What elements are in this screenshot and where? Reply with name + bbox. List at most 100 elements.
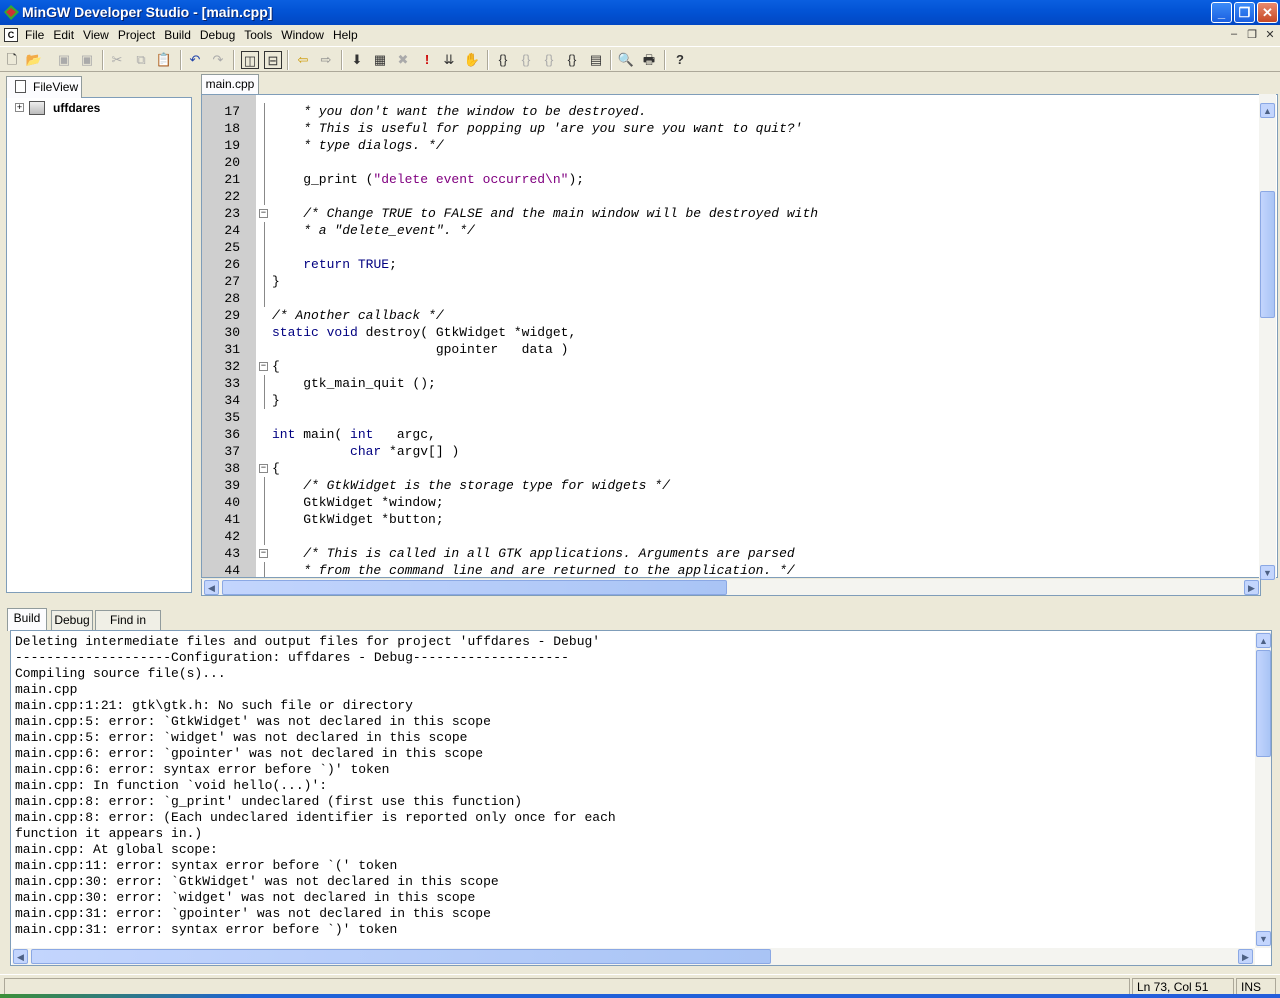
output-vscroll-thumb[interactable] bbox=[1256, 650, 1271, 757]
code-line[interactable]: 44 * from the command line and are retur… bbox=[202, 562, 1262, 577]
close-button[interactable]: ✕ bbox=[1257, 2, 1278, 23]
fold-collapse-icon[interactable]: − bbox=[259, 209, 268, 218]
output-hscroll-thumb[interactable] bbox=[31, 949, 771, 964]
output-scroll-down-icon[interactable]: ▼ bbox=[1256, 931, 1271, 946]
help-icon[interactable]: ? bbox=[671, 51, 689, 69]
output-scroll-right-icon[interactable]: ▶ bbox=[1238, 949, 1253, 964]
code-line[interactable]: 42 bbox=[202, 528, 1262, 545]
run-to-cursor-icon[interactable]: {} bbox=[563, 51, 581, 69]
code-line[interactable]: 37 char *argv[] ) bbox=[202, 443, 1262, 460]
scroll-up-icon[interactable]: ▲ bbox=[1260, 103, 1275, 118]
tab-find-in-files[interactable]: Find in Files bbox=[95, 610, 161, 645]
step-over-icon[interactable]: {} bbox=[517, 51, 535, 69]
cut-icon[interactable]: ✂ bbox=[108, 51, 126, 69]
build-output[interactable]: Deleting intermediate files and output f… bbox=[10, 630, 1272, 966]
print-preview-icon[interactable]: 🔍 bbox=[617, 51, 635, 69]
tab-main-cpp[interactable]: main.cpp bbox=[201, 74, 259, 95]
code-line[interactable]: 33 gtk_main_quit (); bbox=[202, 375, 1262, 392]
paste-icon[interactable]: 📋 bbox=[155, 51, 173, 69]
code-line[interactable]: 38 −{ bbox=[202, 460, 1262, 477]
doc-close-icon[interactable]: ✕ bbox=[1262, 28, 1278, 41]
stop-build-icon[interactable]: ✖ bbox=[394, 51, 412, 69]
execute-icon[interactable]: ! bbox=[418, 51, 436, 69]
tab-fileview[interactable]: FileView bbox=[6, 76, 82, 98]
code-line[interactable]: 22 bbox=[202, 188, 1262, 205]
menu-build[interactable]: Build bbox=[159, 28, 195, 42]
code-line[interactable]: 26 return TRUE; bbox=[202, 256, 1262, 273]
code-line[interactable]: 25 bbox=[202, 239, 1262, 256]
code-line[interactable]: 40 GtkWidget *window; bbox=[202, 494, 1262, 511]
editor-horizontal-scrollbar[interactable]: ◀ ▶ bbox=[201, 579, 1261, 596]
minimize-button[interactable]: _ bbox=[1211, 2, 1232, 23]
code-line[interactable]: 19 * type dialogs. */ bbox=[202, 137, 1262, 154]
menu-file[interactable]: File bbox=[20, 28, 48, 42]
code-line[interactable]: 23 − /* Change TRUE to FALSE and the main… bbox=[202, 205, 1262, 222]
build-icon[interactable]: ▦ bbox=[371, 51, 389, 69]
new-file-icon[interactable]: 🗋 bbox=[3, 51, 21, 69]
output-toggle-icon[interactable]: ⊟ bbox=[264, 51, 282, 69]
back-icon[interactable]: ⇦ bbox=[294, 51, 312, 69]
code-line[interactable]: 31 gpointer data ) bbox=[202, 341, 1262, 358]
copy-icon[interactable]: ⧉ bbox=[132, 51, 150, 69]
fold-collapse-icon[interactable]: − bbox=[259, 362, 268, 371]
breakpoints-icon[interactable]: ▤ bbox=[587, 51, 605, 69]
fold-collapse-icon[interactable]: − bbox=[259, 464, 268, 473]
step-out-icon[interactable]: {} bbox=[540, 51, 558, 69]
workspace-toggle-icon[interactable]: ◫ bbox=[241, 51, 259, 69]
go-icon[interactable]: ✋ bbox=[463, 51, 481, 69]
code-line[interactable]: 20 bbox=[202, 154, 1262, 171]
code-line[interactable]: 30 static void destroy( GtkWidget *widget… bbox=[202, 324, 1262, 341]
code-line[interactable]: 34} bbox=[202, 392, 1262, 409]
restore-button[interactable]: ❐ bbox=[1234, 2, 1255, 23]
scroll-right-icon[interactable]: ▶ bbox=[1244, 580, 1259, 595]
code-line[interactable]: 27} bbox=[202, 273, 1262, 290]
menu-debug[interactable]: Debug bbox=[195, 28, 239, 42]
code-line[interactable]: 24 * a "delete_event". */ bbox=[202, 222, 1262, 239]
scroll-left-icon[interactable]: ◀ bbox=[204, 580, 219, 595]
editor-vertical-scrollbar[interactable]: ▲ ▼ bbox=[1259, 94, 1276, 580]
editor-area[interactable]: 17 * you don't want the window to be des… bbox=[201, 94, 1278, 578]
code-line[interactable]: 17 * you don't want the window to be des… bbox=[202, 103, 1262, 120]
output-vertical-scrollbar[interactable]: ▲ ▼ bbox=[1255, 632, 1271, 948]
code-line[interactable]: 18 * This is useful for popping up 'are … bbox=[202, 120, 1262, 137]
undo-icon[interactable]: ↶ bbox=[186, 51, 204, 69]
menu-tools[interactable]: Tools bbox=[239, 28, 276, 42]
open-icon[interactable]: 📂 bbox=[25, 51, 43, 69]
code-line[interactable]: 39 /* GtkWidget is the storage type for … bbox=[202, 477, 1262, 494]
step-into-icon[interactable]: {} bbox=[494, 51, 512, 69]
code-lines[interactable]: 17 * you don't want the window to be des… bbox=[202, 103, 1262, 577]
compile-icon[interactable]: ⬇ bbox=[348, 51, 366, 69]
print-icon[interactable]: 🖶 bbox=[640, 51, 658, 69]
doc-minimize-icon[interactable]: – bbox=[1226, 28, 1242, 40]
output-horizontal-scrollbar[interactable]: ◀ ▶ bbox=[12, 948, 1255, 965]
title-bar[interactable]: MinGW Developer Studio - [main.cpp] _ ❐ … bbox=[0, 0, 1280, 25]
output-scroll-up-icon[interactable]: ▲ bbox=[1256, 633, 1271, 648]
scroll-down-icon[interactable]: ▼ bbox=[1260, 565, 1275, 580]
code-line[interactable]: 21 g_print ("delete event occurred\n"); bbox=[202, 171, 1262, 188]
document-icon[interactable]: C bbox=[4, 28, 18, 42]
tab-debug[interactable]: Debug bbox=[51, 610, 93, 630]
doc-restore-icon[interactable]: ❐ bbox=[1244, 28, 1260, 41]
redo-icon[interactable]: ↷ bbox=[209, 51, 227, 69]
file-tree[interactable]: + uffdares bbox=[6, 97, 192, 593]
menu-window[interactable]: Window bbox=[276, 28, 328, 42]
editor-vscroll-thumb[interactable] bbox=[1260, 191, 1275, 318]
save-all-icon[interactable]: ▣ bbox=[78, 51, 96, 69]
code-line[interactable]: 41 GtkWidget *button; bbox=[202, 511, 1262, 528]
output-scroll-left-icon[interactable]: ◀ bbox=[13, 949, 28, 964]
code-line[interactable]: 43 − /* This is called in all GTK applica… bbox=[202, 545, 1262, 562]
menu-edit[interactable]: Edit bbox=[48, 28, 78, 42]
forward-icon[interactable]: ⇨ bbox=[317, 51, 335, 69]
code-line[interactable]: 28 bbox=[202, 290, 1262, 307]
code-line[interactable]: 35 bbox=[202, 409, 1262, 426]
code-line[interactable]: 36 int main( int argc, bbox=[202, 426, 1262, 443]
menu-help[interactable]: Help bbox=[328, 28, 362, 42]
menu-view[interactable]: View bbox=[78, 28, 113, 42]
project-node[interactable]: uffdares bbox=[53, 101, 100, 115]
save-icon[interactable]: ▣ bbox=[55, 51, 73, 69]
code-line[interactable]: 32 −{ bbox=[202, 358, 1262, 375]
expand-icon[interactable]: + bbox=[15, 103, 24, 112]
code-line[interactable]: 29 /* Another callback */ bbox=[202, 307, 1262, 324]
build-execute-icon[interactable]: ⇊ bbox=[440, 51, 458, 69]
tab-build[interactable]: Build bbox=[7, 608, 47, 631]
